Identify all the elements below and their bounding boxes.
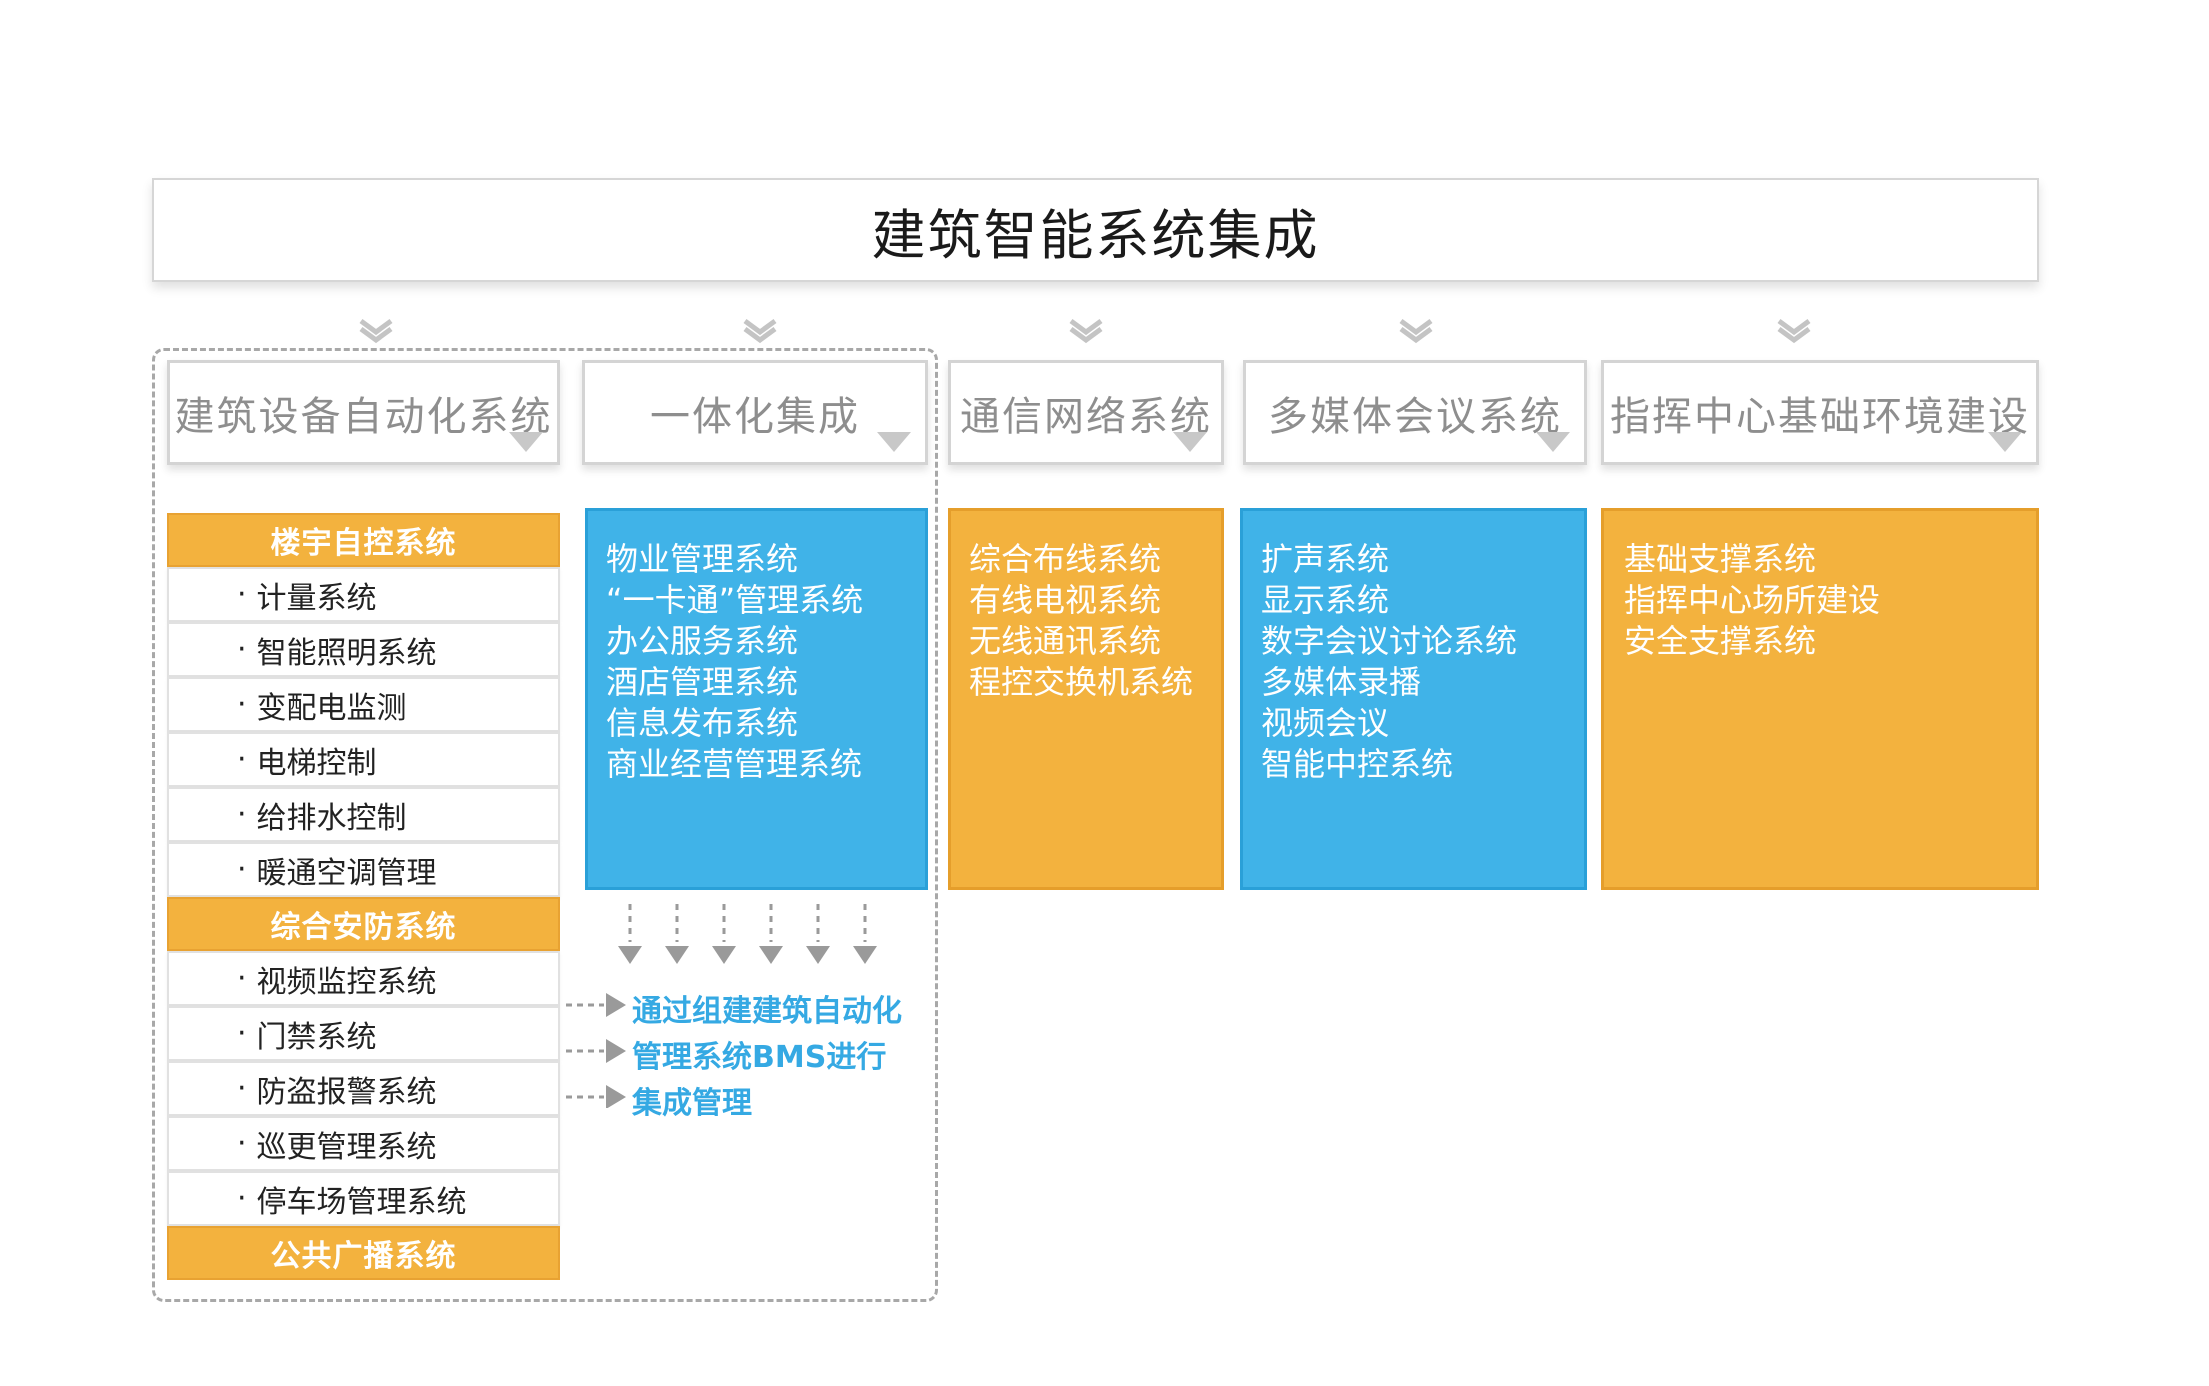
- list-item: · 电梯控制: [167, 732, 560, 787]
- category-command-center: 指挥中心基础环境建设: [1601, 360, 2039, 465]
- panel-line: 扩声系统: [1261, 540, 1390, 578]
- group-header-security: 综合安防系统: [167, 897, 560, 951]
- list-item: · 智能照明系统: [167, 622, 560, 677]
- list-item: · 停车场管理系统: [167, 1171, 560, 1226]
- panel-line: 有线电视系统: [969, 581, 1162, 619]
- panel-line: 多媒体录播: [1261, 663, 1422, 701]
- list-item: · 变配电监测: [167, 677, 560, 732]
- list-item: · 巡更管理系统: [167, 1116, 560, 1171]
- category-label: 多媒体会议系统: [1268, 393, 1562, 440]
- dropdown-triangle-icon: [1173, 432, 1207, 452]
- panel-line: 数字会议讨论系统: [1261, 622, 1518, 660]
- group-header-public-broadcast: 公共广播系统: [167, 1226, 560, 1280]
- panel-line: 程控交换机系统: [969, 663, 1194, 701]
- list-item: · 暖通空调管理: [167, 842, 560, 897]
- category-label: 建筑设备自动化系统: [174, 393, 553, 440]
- list-item: · 防盗报警系统: [167, 1061, 560, 1116]
- chevron-down-icon: [1069, 318, 1103, 344]
- panel-line: 显示系统: [1261, 581, 1390, 619]
- panel-command-center: 基础支撑系统 指挥中心场所建设 安全支撑系统: [1601, 508, 2039, 890]
- panel-line: 指挥中心场所建设: [1624, 581, 1881, 619]
- right-arrows-icon: [566, 993, 626, 1108]
- panel-network: 综合布线系统 有线电视系统 无线通讯系统 程控交换机系统: [948, 508, 1224, 890]
- down-arrows-icon: [618, 904, 877, 964]
- group-header-building-control: 楼宇自控系统: [167, 513, 560, 567]
- bms-note-line: 管理系统BMS进行: [632, 1040, 887, 1075]
- panel-line: 智能中控系统: [1261, 745, 1454, 783]
- category-label: 一体化集成: [650, 393, 860, 440]
- list-item: · 门禁系统: [167, 1006, 560, 1061]
- panel-line: 基础支撑系统: [1624, 540, 1817, 578]
- panel-line: 办公服务系统: [606, 622, 799, 660]
- panel-line: 信息发布系统: [606, 704, 799, 742]
- list-item: · 计量系统: [167, 567, 560, 622]
- dropdown-triangle-icon: [877, 432, 911, 452]
- dropdown-triangle-icon: [509, 432, 543, 452]
- chevron-down-icon: [743, 318, 777, 344]
- panel-line: 视频会议: [1261, 704, 1390, 742]
- category-multimedia: 多媒体会议系统: [1243, 360, 1587, 465]
- chevron-down-icon: [359, 318, 393, 344]
- list-item: · 视频监控系统: [167, 951, 560, 1006]
- panel-line: 安全支撑系统: [1624, 622, 1817, 660]
- chevron-down-icon: [1777, 318, 1811, 344]
- panel-line: 商业经营管理系统: [606, 745, 863, 783]
- dropdown-triangle-icon: [1536, 432, 1570, 452]
- category-label: 指挥中心基础环境建设: [1610, 393, 2030, 440]
- main-title: 建筑智能系统集成: [152, 178, 2039, 282]
- list-item: · 给排水控制: [167, 787, 560, 842]
- panel-line: 综合布线系统: [969, 540, 1162, 578]
- panel-line: “一卡通”管理系统: [606, 581, 864, 619]
- panel-integration: 物业管理系统 “一卡通”管理系统 办公服务系统 酒店管理系统 信息发布系统 商业…: [585, 508, 928, 890]
- bms-note-line: 集成管理: [632, 1086, 752, 1121]
- category-building-automation: 建筑设备自动化系统: [167, 360, 560, 465]
- dropdown-triangle-icon: [1988, 432, 2022, 452]
- panel-multimedia: 扩声系统 显示系统 数字会议讨论系统 多媒体录播 视频会议 智能中控系统: [1240, 508, 1587, 890]
- panel-line: 物业管理系统: [606, 540, 799, 578]
- panel-line: 无线通讯系统: [969, 622, 1162, 660]
- bms-note-line: 通过组建建筑自动化: [632, 994, 902, 1029]
- panel-line: 酒店管理系统: [606, 663, 799, 701]
- category-integration: 一体化集成: [582, 360, 928, 465]
- chevron-down-icon: [1399, 318, 1433, 344]
- category-network: 通信网络系统: [948, 360, 1224, 465]
